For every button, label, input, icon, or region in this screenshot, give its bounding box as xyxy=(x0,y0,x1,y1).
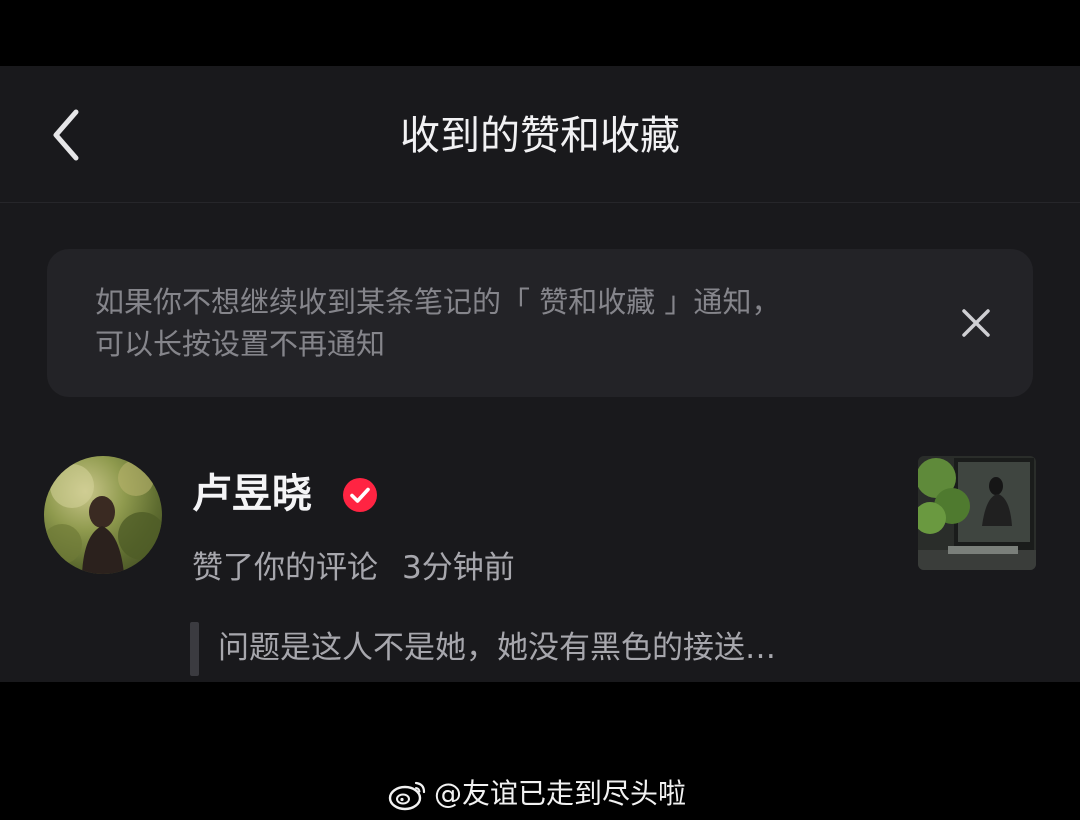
timestamp: 3分钟前 xyxy=(402,550,515,586)
notice-text: 如果你不想继续收到某条笔记的「 赞和收藏 」通知， 可以长按设置不再通知 xyxy=(95,281,915,365)
notifications-screen: 收到的赞和收藏 如果你不想继续收到某条笔记的「 赞和收藏 」通知， 可以长按设置… xyxy=(0,66,1080,682)
notice-line-1: 如果你不想继续收到某条笔记的「 赞和收藏 」通知， xyxy=(95,285,781,319)
action-line: 赞了你的评论 3分钟前 xyxy=(192,546,515,590)
avatar-photo xyxy=(44,460,162,574)
watermark: @友谊已走到尽头啦 xyxy=(388,774,686,814)
quote-bar xyxy=(190,622,199,676)
action-text: 赞了你的评论 xyxy=(192,550,378,586)
weibo-logo-icon xyxy=(388,781,426,811)
user-name[interactable]: 卢昱晓 xyxy=(192,468,312,520)
note-thumbnail-image xyxy=(918,456,1036,570)
avatar[interactable] xyxy=(44,456,162,574)
notice-close-button[interactable] xyxy=(954,301,998,345)
watermark-text: @友谊已走到尽头啦 xyxy=(434,777,687,810)
close-icon xyxy=(962,309,990,337)
comment-text: 问题是这人不是她，她没有黑色的接送… xyxy=(218,630,776,666)
notice-line-2: 可以长按设置不再通知 xyxy=(95,327,386,361)
verified-badge-icon xyxy=(343,478,377,512)
page-title: 收到的赞和收藏 xyxy=(400,113,680,159)
top-bar: 收到的赞和收藏 xyxy=(0,66,1080,203)
note-thumbnail[interactable] xyxy=(918,456,1036,570)
notice-banner[interactable]: 如果你不想继续收到某条笔记的「 赞和收藏 」通知， 可以长按设置不再通知 xyxy=(47,249,1033,397)
